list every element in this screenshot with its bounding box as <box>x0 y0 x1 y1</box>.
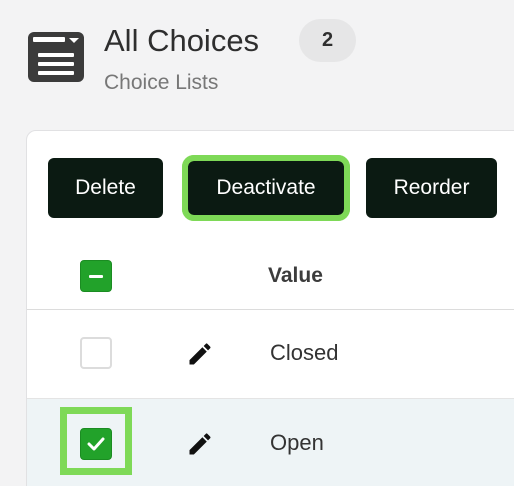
row-value: Open <box>270 430 324 455</box>
row-checkbox[interactable] <box>80 337 112 369</box>
page-subtitle: Choice Lists <box>104 71 219 94</box>
indeterminate-dash-icon <box>89 274 103 278</box>
row-value: Closed <box>270 340 339 365</box>
pencil-icon[interactable] <box>185 339 215 369</box>
table-row: Open <box>27 399 514 486</box>
list-box-icon <box>27 31 85 83</box>
deactivate-button[interactable]: Deactivate <box>182 155 350 221</box>
column-header-value: Value <box>268 264 323 287</box>
table-header: Value <box>27 247 514 310</box>
page-title: All Choices <box>104 23 260 58</box>
row-checkbox[interactable] <box>80 428 112 460</box>
delete-button[interactable]: Delete <box>48 158 163 218</box>
reorder-button[interactable]: Reorder <box>366 158 497 218</box>
choices-card: Delete Deactivate Reorder Value Closed O… <box>26 130 514 486</box>
checkmark-icon <box>87 437 105 451</box>
count-badge: 2 <box>299 19 356 62</box>
select-all-checkbox[interactable] <box>80 260 112 292</box>
pencil-icon[interactable] <box>185 429 215 459</box>
page: All Choices 2 Choice Lists Delete Deacti… <box>0 0 514 486</box>
table-row: Closed <box>27 310 514 399</box>
